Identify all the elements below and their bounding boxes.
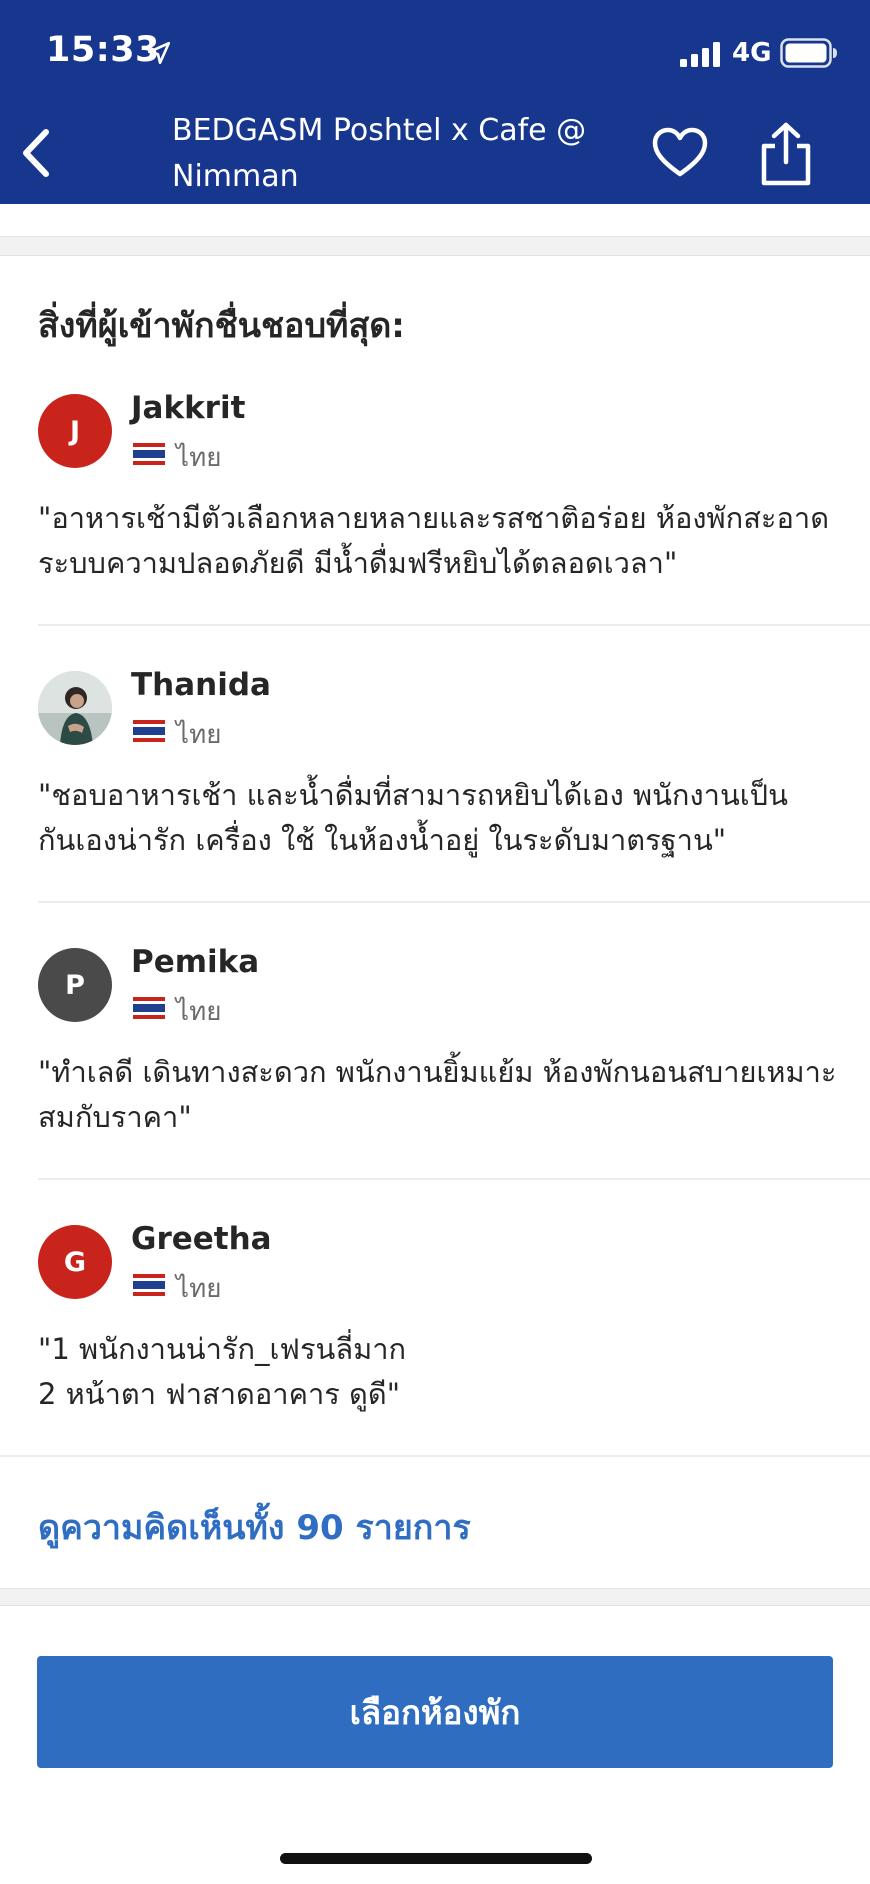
avatar: G	[38, 1225, 112, 1299]
signal-strength-icon	[680, 42, 720, 67]
divider	[0, 1455, 870, 1457]
chevron-left-icon	[23, 129, 49, 177]
thai-flag-icon	[133, 443, 165, 465]
review-text: "1 พนักงานน่ารัก_เฟรนลี่มาก 2 หน้าตา ฟาส…	[38, 1332, 407, 1411]
review-text: "ชอบอาหารเช้า และน้ำดื่มที่สามารถหยิบได้…	[38, 778, 788, 857]
share-icon	[761, 122, 811, 186]
thai-flag-icon	[133, 997, 165, 1019]
thai-flag-icon	[133, 720, 165, 742]
review-text: "อาหารเช้ามีตัวเลือกหลายหลายและรสชาติอร่…	[38, 501, 830, 580]
page-title: BEDGASM Poshtel x Cafe @ Nimman	[172, 113, 587, 194]
avatar: P	[38, 948, 112, 1022]
reviewer-country: ไทย	[176, 1274, 222, 1304]
avatar: J	[38, 394, 112, 468]
thai-flag-icon	[133, 1274, 165, 1296]
heart-icon	[652, 127, 708, 177]
divider	[38, 901, 870, 903]
avatar	[38, 671, 112, 745]
reviewer-name: Pemika	[131, 944, 260, 980]
favorite-button[interactable]	[650, 124, 710, 184]
reviewer-country: ไทย	[176, 443, 222, 473]
section-separator	[0, 236, 870, 256]
user-photo	[38, 671, 112, 745]
battery-icon	[780, 38, 837, 68]
see-all-reviews-link[interactable]: ดูความคิดเห็นทั้ง 90 รายการ	[38, 1500, 471, 1554]
location-arrow-icon	[147, 41, 171, 65]
review-text: "ทำเลดี เดินทางสะดวก พนักงานยิ้มแย้ม ห้อ…	[38, 1055, 837, 1134]
reviewer-name: Greetha	[131, 1221, 272, 1257]
network-type: 4G	[732, 38, 772, 68]
status-time: 15:33	[46, 30, 160, 70]
reviewer-country: ไทย	[176, 997, 222, 1027]
reviewer-name: Jakkrit	[131, 390, 246, 426]
divider	[38, 1178, 870, 1180]
section-separator	[0, 1588, 870, 1606]
app-header: 15:33 4G BEDGASM Poshtel x Cafe @ Nimman	[0, 0, 870, 204]
home-indicator[interactable]	[280, 1853, 592, 1864]
divider	[38, 624, 870, 626]
back-button[interactable]	[8, 122, 64, 184]
select-room-button[interactable]: เลือกห้องพัก	[37, 1656, 833, 1768]
reviewer-name: Thanida	[131, 667, 271, 703]
reviewer-country: ไทย	[176, 720, 222, 750]
share-button[interactable]	[756, 120, 816, 188]
section-title: สิ่งที่ผู้เข้าพักชื่นชอบที่สุด:	[38, 306, 405, 346]
